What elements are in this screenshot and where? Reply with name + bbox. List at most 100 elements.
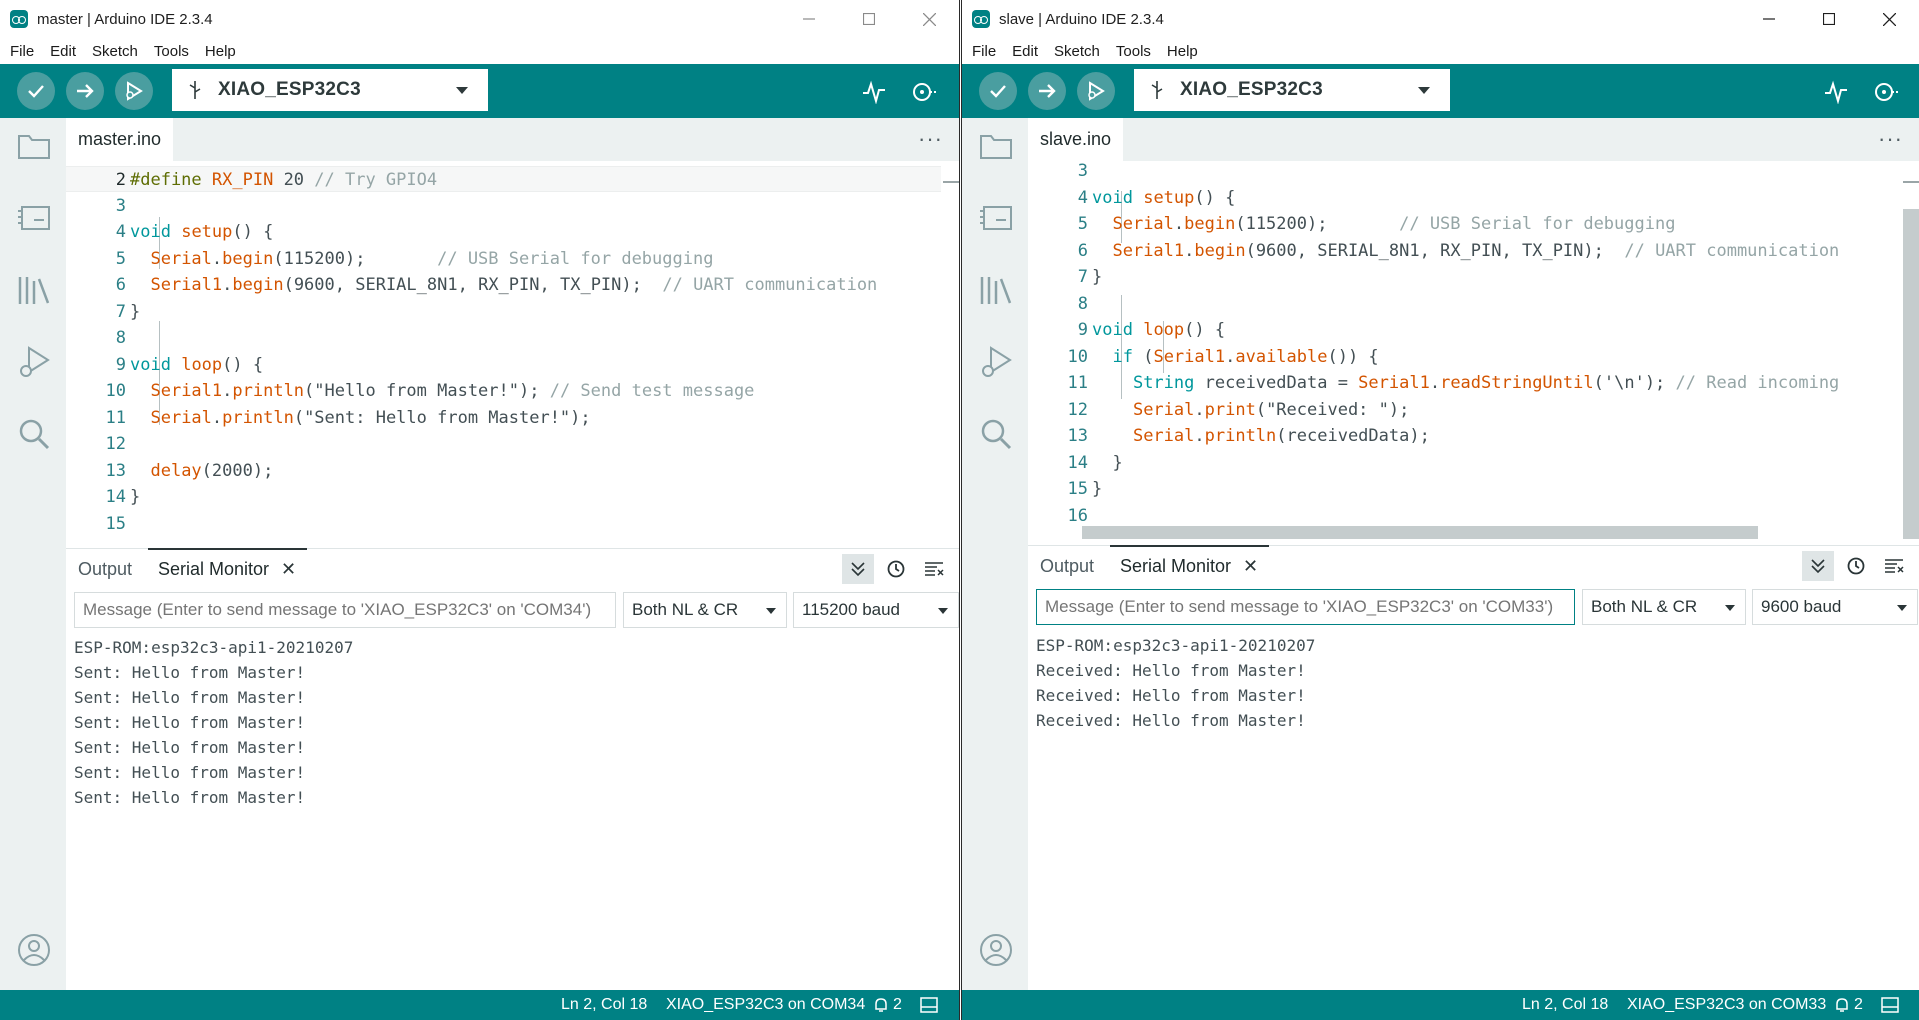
debug-sidebar-icon[interactable]	[16, 344, 52, 380]
more-options-icon[interactable]: ···	[1878, 126, 1903, 152]
upload-button[interactable]	[1028, 72, 1066, 110]
code-line[interactable]: 5 Serial.begin(115200); // USB Serial fo…	[1028, 211, 1901, 237]
tab-output[interactable]: Output	[1040, 546, 1094, 586]
profile-icon[interactable]	[978, 932, 1014, 968]
search-icon[interactable]	[16, 416, 52, 452]
clear-output-icon[interactable]	[1878, 551, 1910, 581]
verify-button[interactable]	[17, 72, 55, 110]
code-line[interactable]: 9 void loop() {	[66, 352, 941, 378]
code-line[interactable]: 10 Serial1.println("Hello from Master!")…	[66, 378, 941, 404]
vertical-scroll-indicator[interactable]	[943, 181, 959, 183]
serial-message-input[interactable]	[74, 592, 616, 628]
maximize-icon[interactable]	[839, 0, 899, 38]
code-line[interactable]: 15	[66, 511, 941, 537]
board-selector[interactable]: XIAO_ESP32C3	[172, 69, 488, 111]
code-line[interactable]: 11 String receivedData = Serial1.readStr…	[1028, 370, 1901, 396]
menu-sketch[interactable]: Sketch	[1046, 43, 1108, 60]
library-manager-icon[interactable]	[16, 272, 52, 308]
code-line[interactable]: 3	[1028, 161, 1901, 184]
code-line[interactable]: 3	[66, 193, 941, 219]
menu-tools[interactable]: Tools	[146, 43, 197, 60]
board-selector[interactable]: XIAO_ESP32C3	[1134, 69, 1450, 111]
code-line[interactable]: 15}	[1028, 476, 1901, 502]
menu-edit[interactable]: Edit	[1004, 43, 1046, 60]
menu-help[interactable]: Help	[1159, 43, 1206, 60]
code-line[interactable]: 10 if (Serial1.available()) {	[1028, 344, 1901, 370]
serial-monitor-output[interactable]: ESP-ROM:esp32c3-api1-20210207 Received: H…	[1028, 630, 1919, 990]
profile-icon[interactable]	[16, 932, 52, 968]
code-line[interactable]: 8	[1028, 291, 1901, 317]
maximize-icon[interactable]	[1799, 0, 1859, 38]
autoscroll-toggle-icon[interactable]	[842, 554, 874, 584]
tab-master-ino[interactable]: master.ino	[66, 118, 174, 161]
library-manager-icon[interactable]	[978, 272, 1014, 308]
serial-monitor-button[interactable]	[910, 78, 938, 106]
search-icon[interactable]	[978, 416, 1014, 452]
line-ending-select[interactable]: Both NL & CR	[623, 592, 787, 628]
serial-message-input[interactable]	[1036, 589, 1575, 625]
code-line[interactable]: 13 delay(2000);	[66, 458, 941, 484]
baud-rate-select[interactable]: 115200 baud	[793, 592, 959, 628]
close-tab-icon[interactable]: ✕	[281, 559, 296, 580]
code-line[interactable]: 6 Serial1.begin(9600, SERIAL_8N1, RX_PIN…	[66, 272, 941, 298]
timestamp-toggle-icon[interactable]	[1840, 551, 1872, 581]
board-port-status[interactable]: XIAO_ESP32C3 on COM34	[666, 996, 865, 1014]
code-editor[interactable]: 3 4 void setup() {5 Serial.begin(115200); …	[1028, 161, 1919, 541]
baud-rate-select[interactable]: 9600 baud	[1752, 589, 1918, 625]
serial-plotter-button[interactable]	[1822, 78, 1850, 106]
menu-tools[interactable]: Tools	[1108, 43, 1159, 60]
cursor-position[interactable]: Ln 2, Col 18	[1522, 996, 1608, 1014]
upload-button[interactable]	[66, 72, 104, 110]
debug-sidebar-icon[interactable]	[978, 344, 1014, 380]
sketchbook-folder-icon[interactable]	[16, 128, 52, 164]
serial-monitor-output[interactable]: ESP-ROM:esp32c3-api1-20210207 Sent: Hello…	[66, 632, 959, 990]
more-options-icon[interactable]: ···	[918, 126, 943, 152]
code-line[interactable]: 5 Serial.begin(115200); // USB Serial fo…	[66, 246, 941, 272]
cursor-position[interactable]: Ln 2, Col 18	[561, 996, 647, 1014]
autoscroll-toggle-icon[interactable]	[1802, 551, 1834, 581]
code-line[interactable]: 4 void setup() {	[1028, 185, 1901, 211]
timestamp-toggle-icon[interactable]	[880, 554, 912, 584]
toggle-bottom-panel-icon[interactable]	[1881, 996, 1899, 1014]
tab-serial-monitor[interactable]: Serial Monitor ✕	[1120, 546, 1258, 586]
code-line[interactable]: 2 #define RX_PIN 20 // Try GPIO4	[66, 166, 941, 192]
toggle-bottom-panel-icon[interactable]	[920, 996, 938, 1014]
code-line[interactable]: 14}	[66, 484, 941, 510]
close-icon[interactable]	[1859, 0, 1919, 38]
debug-button[interactable]	[1077, 72, 1115, 110]
vertical-scrollbar-thumb[interactable]	[1903, 209, 1919, 539]
boards-manager-icon[interactable]	[978, 200, 1014, 236]
menu-file[interactable]: File	[964, 43, 1004, 60]
code-line[interactable]: 4 void setup() {	[66, 219, 941, 245]
minimize-icon[interactable]	[779, 0, 839, 38]
code-line[interactable]: 6 Serial1.begin(9600, SERIAL_8N1, RX_PIN…	[1028, 238, 1901, 264]
code-line[interactable]: 13 Serial.println(receivedData);	[1028, 423, 1901, 449]
line-ending-select[interactable]: Both NL & CR	[1582, 589, 1746, 625]
code-line[interactable]: 9 void loop() {	[1028, 317, 1901, 343]
notification-bell-icon[interactable]	[872, 996, 890, 1014]
serial-monitor-button[interactable]	[1872, 78, 1900, 106]
verify-button[interactable]	[979, 72, 1017, 110]
code-line[interactable]: 8	[66, 325, 941, 351]
menu-sketch[interactable]: Sketch	[84, 43, 146, 60]
code-line[interactable]: 12 Serial.print("Received: ");	[1028, 397, 1901, 423]
menu-help[interactable]: Help	[197, 43, 244, 60]
notification-bell-icon[interactable]	[1833, 996, 1851, 1014]
tab-slave-ino[interactable]: slave.ino	[1028, 118, 1124, 161]
serial-plotter-button[interactable]	[860, 78, 888, 106]
boards-manager-icon[interactable]	[16, 200, 52, 236]
code-line[interactable]: 14 }	[1028, 450, 1901, 476]
menu-edit[interactable]: Edit	[42, 43, 84, 60]
code-line[interactable]: 16	[1028, 503, 1901, 529]
code-line[interactable]: 11 Serial.println("Sent: Hello from Mast…	[66, 405, 941, 431]
code-line[interactable]: 7}	[1028, 264, 1901, 290]
close-tab-icon[interactable]: ✕	[1243, 556, 1258, 577]
code-line[interactable]: 12	[66, 431, 941, 457]
tab-output[interactable]: Output	[78, 549, 132, 589]
board-port-status[interactable]: XIAO_ESP32C3 on COM33	[1627, 996, 1826, 1014]
tab-serial-monitor[interactable]: Serial Monitor ✕	[158, 549, 296, 589]
code-editor[interactable]: 2 #define RX_PIN 20 // Try GPIO4 3 4 void se…	[66, 161, 959, 542]
debug-button[interactable]	[115, 72, 153, 110]
minimize-icon[interactable]	[1739, 0, 1799, 38]
code-line[interactable]: 7}	[66, 299, 941, 325]
